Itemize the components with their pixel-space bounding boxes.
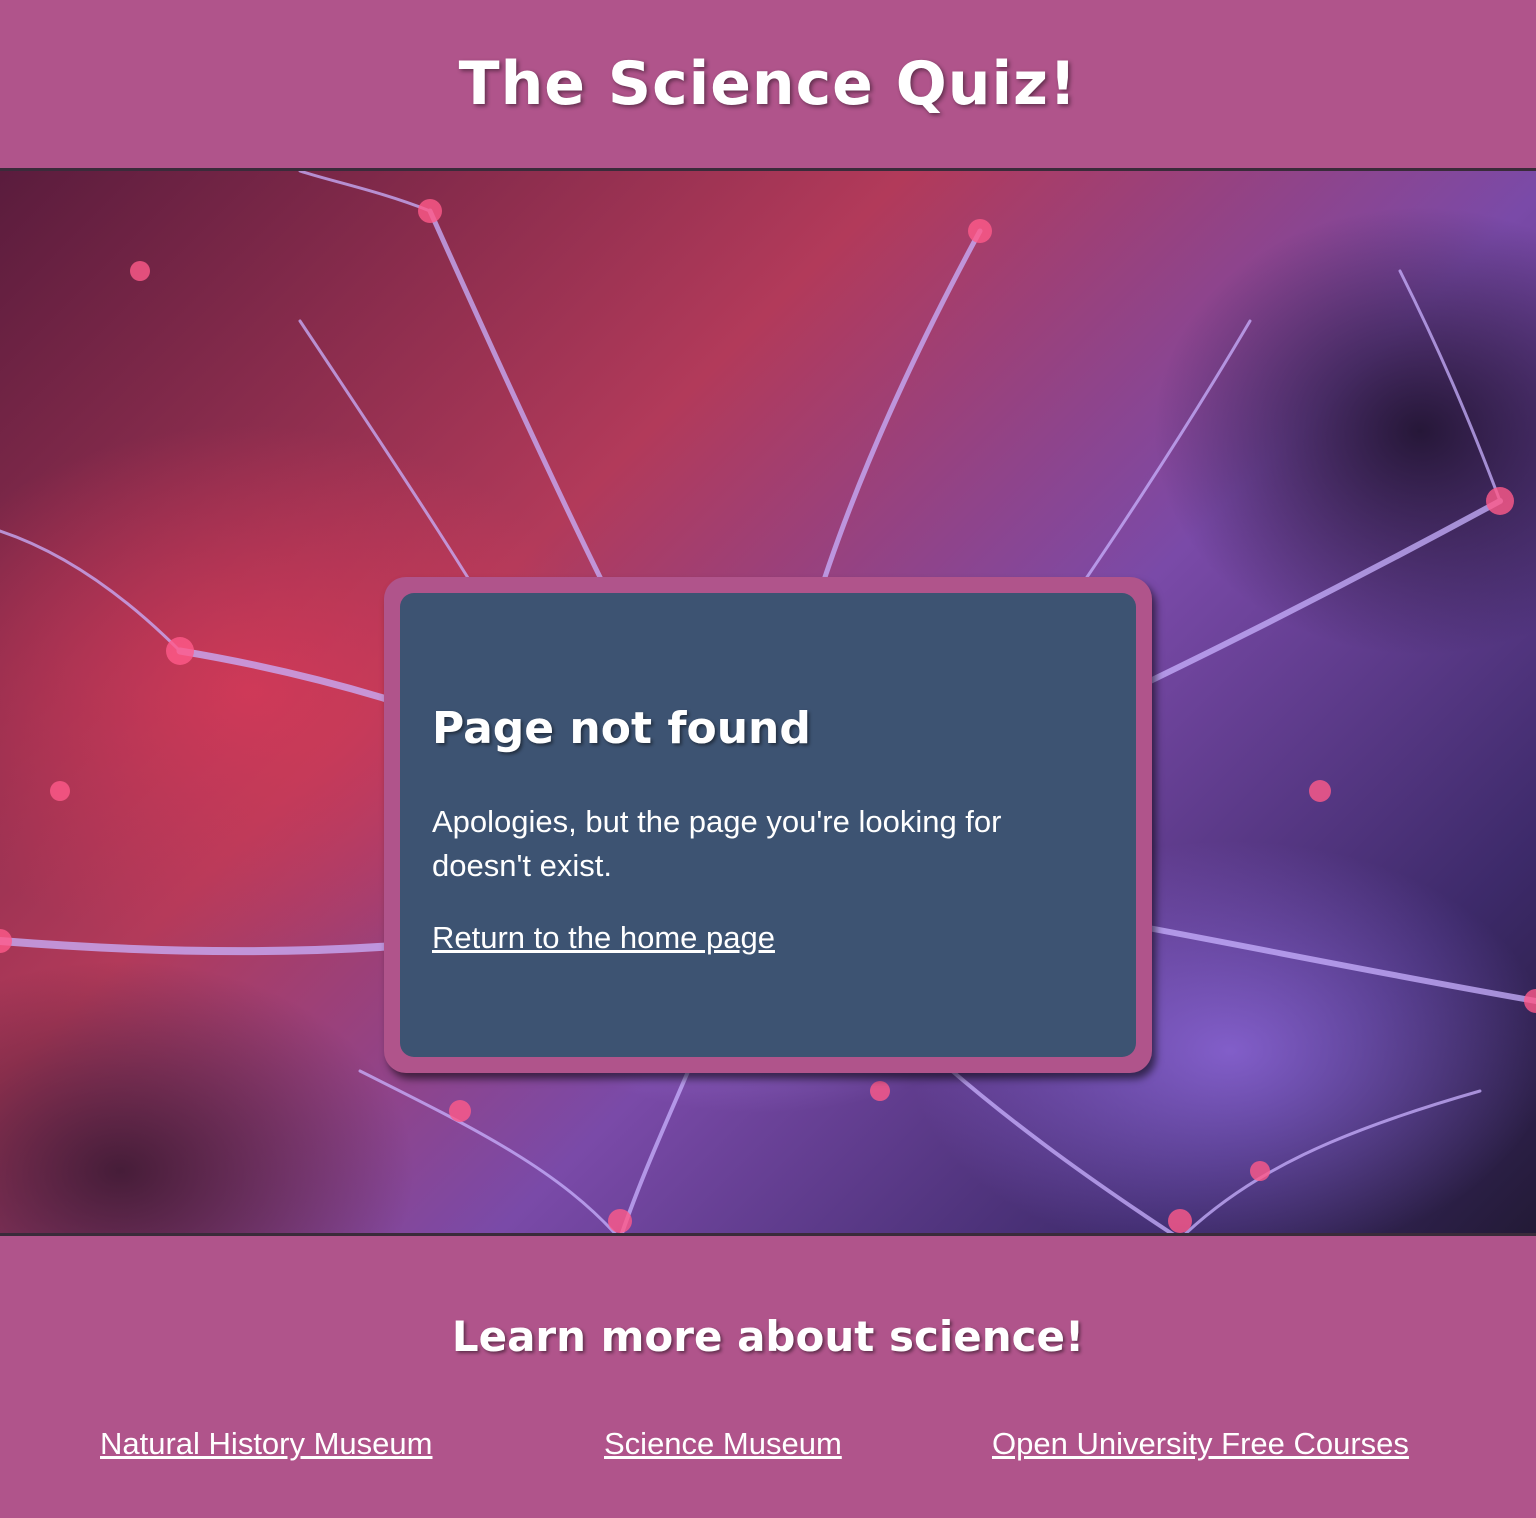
footer-heading: Learn more about science!: [451, 1312, 1085, 1361]
hero-background: Page not found Apologies, but the page y…: [0, 168, 1536, 1236]
natural-history-museum-link[interactable]: Natural History Museum: [100, 1426, 432, 1462]
return-home-link[interactable]: Return to the home page: [432, 920, 775, 955]
error-card-inner: Page not found Apologies, but the page y…: [400, 593, 1136, 1057]
error-card: Page not found Apologies, but the page y…: [384, 577, 1152, 1073]
science-museum-link[interactable]: Science Museum: [604, 1426, 842, 1462]
open-university-link[interactable]: Open University Free Courses: [992, 1426, 1409, 1462]
error-message: Apologies, but the page you're looking f…: [432, 804, 1002, 883]
site-header: The Science Quiz!: [0, 0, 1536, 168]
site-footer: Learn more about science! Natural Histor…: [0, 1236, 1536, 1518]
error-title: Page not found: [432, 703, 811, 754]
site-title: The Science Quiz!: [458, 49, 1078, 119]
